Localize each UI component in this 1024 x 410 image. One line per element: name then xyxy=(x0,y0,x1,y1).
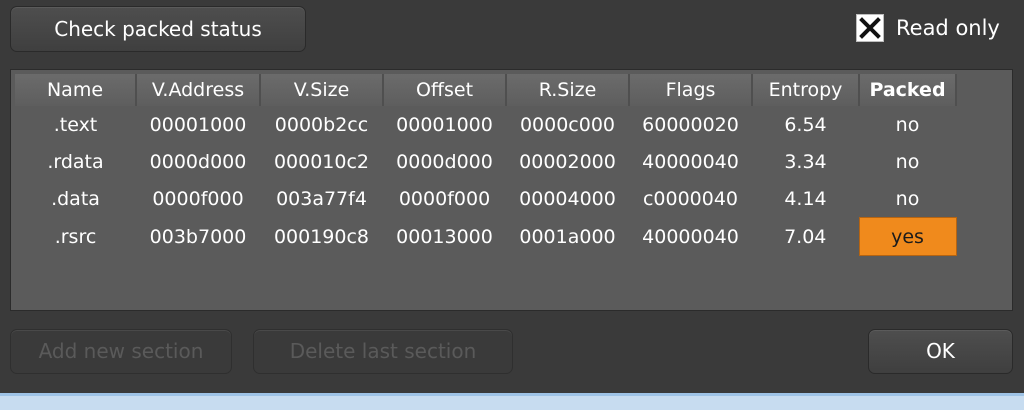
cell-vaddress: 003b7000 xyxy=(149,225,247,248)
section-editor-window: Check packed status Read only Name V.Add… xyxy=(0,0,1024,410)
cell-name: .text xyxy=(53,113,98,136)
cell-vsize: 000010c2 xyxy=(273,150,370,173)
table-row[interactable]: .data 0000f000 003a77f4 0000f000 0000400… xyxy=(15,180,956,218)
cell-offset: 0000f000 xyxy=(398,187,491,210)
delete-last-section-button[interactable]: Delete last section xyxy=(253,329,513,374)
cell-rsize: 0001a000 xyxy=(519,225,616,248)
cell-flags: c0000040 xyxy=(642,187,739,210)
cell-name: .rsrc xyxy=(54,225,97,248)
table-header-row: Name V.Address V.Size Offset R.Size Flag… xyxy=(15,74,957,106)
read-only-checkbox[interactable] xyxy=(856,14,884,42)
sections-table: Name V.Address V.Size Offset R.Size Flag… xyxy=(10,69,1013,311)
cell-rsize: 0000c000 xyxy=(519,113,616,136)
ok-button[interactable]: OK xyxy=(868,329,1013,374)
x-check-icon xyxy=(859,17,881,39)
cell-offset: 00001000 xyxy=(396,113,493,136)
table-row[interactable]: .rdata 0000d000 000010c2 0000d000 000020… xyxy=(15,143,956,180)
column-header-rsize[interactable]: R.Size xyxy=(506,74,630,106)
cell-flags: 40000040 xyxy=(642,150,739,173)
cell-entropy: 4.14 xyxy=(784,187,827,210)
cell-entropy: 3.34 xyxy=(784,150,827,173)
cell-vsize: 0000b2cc xyxy=(274,113,369,136)
column-header-vaddress[interactable]: V.Address xyxy=(136,74,261,106)
check-packed-status-button[interactable]: Check packed status xyxy=(10,6,306,52)
cell-rsize: 00002000 xyxy=(519,150,616,173)
cell-vsize: 003a77f4 xyxy=(276,187,367,210)
cell-vaddress: 0000d000 xyxy=(149,150,247,173)
cell-flags: 40000040 xyxy=(642,225,739,248)
table-row[interactable]: .rsrc 003b7000 000190c8 00013000 0001a00… xyxy=(15,217,957,256)
cell-rsize: 00004000 xyxy=(519,187,616,210)
column-header-vsize[interactable]: V.Size xyxy=(260,74,384,106)
cell-vaddress: 00001000 xyxy=(149,113,247,136)
column-header-packed[interactable]: Packed xyxy=(859,74,957,106)
cell-packed-highlighted: yes xyxy=(858,217,957,256)
column-header-name[interactable]: Name xyxy=(15,74,137,106)
column-header-flags[interactable]: Flags xyxy=(629,74,753,106)
cell-offset: 00013000 xyxy=(396,225,493,248)
cell-name: .rdata xyxy=(47,150,104,173)
cell-name: .data xyxy=(51,187,100,210)
cell-packed: no xyxy=(895,113,920,136)
cell-flags: 60000020 xyxy=(642,113,739,136)
read-only-toggle[interactable]: Read only xyxy=(856,12,1000,44)
window-bottom-border xyxy=(0,393,1024,410)
cell-packed: no xyxy=(895,187,920,210)
read-only-label: Read only xyxy=(896,16,1000,40)
column-header-entropy[interactable]: Entropy xyxy=(752,74,860,106)
cell-offset: 0000d000 xyxy=(396,150,493,173)
cell-entropy: 6.54 xyxy=(784,113,827,136)
cell-vaddress: 0000f000 xyxy=(152,187,244,210)
column-header-offset[interactable]: Offset xyxy=(383,74,507,106)
table-row[interactable]: .text 00001000 0000b2cc 00001000 0000c00… xyxy=(15,106,956,143)
cell-vsize: 000190c8 xyxy=(273,225,370,248)
cell-packed: no xyxy=(895,150,920,173)
add-new-section-button[interactable]: Add new section xyxy=(10,329,232,374)
sections-grid: Name V.Address V.Size Offset R.Size Flag… xyxy=(15,74,957,256)
cell-entropy: 7.04 xyxy=(784,225,827,248)
